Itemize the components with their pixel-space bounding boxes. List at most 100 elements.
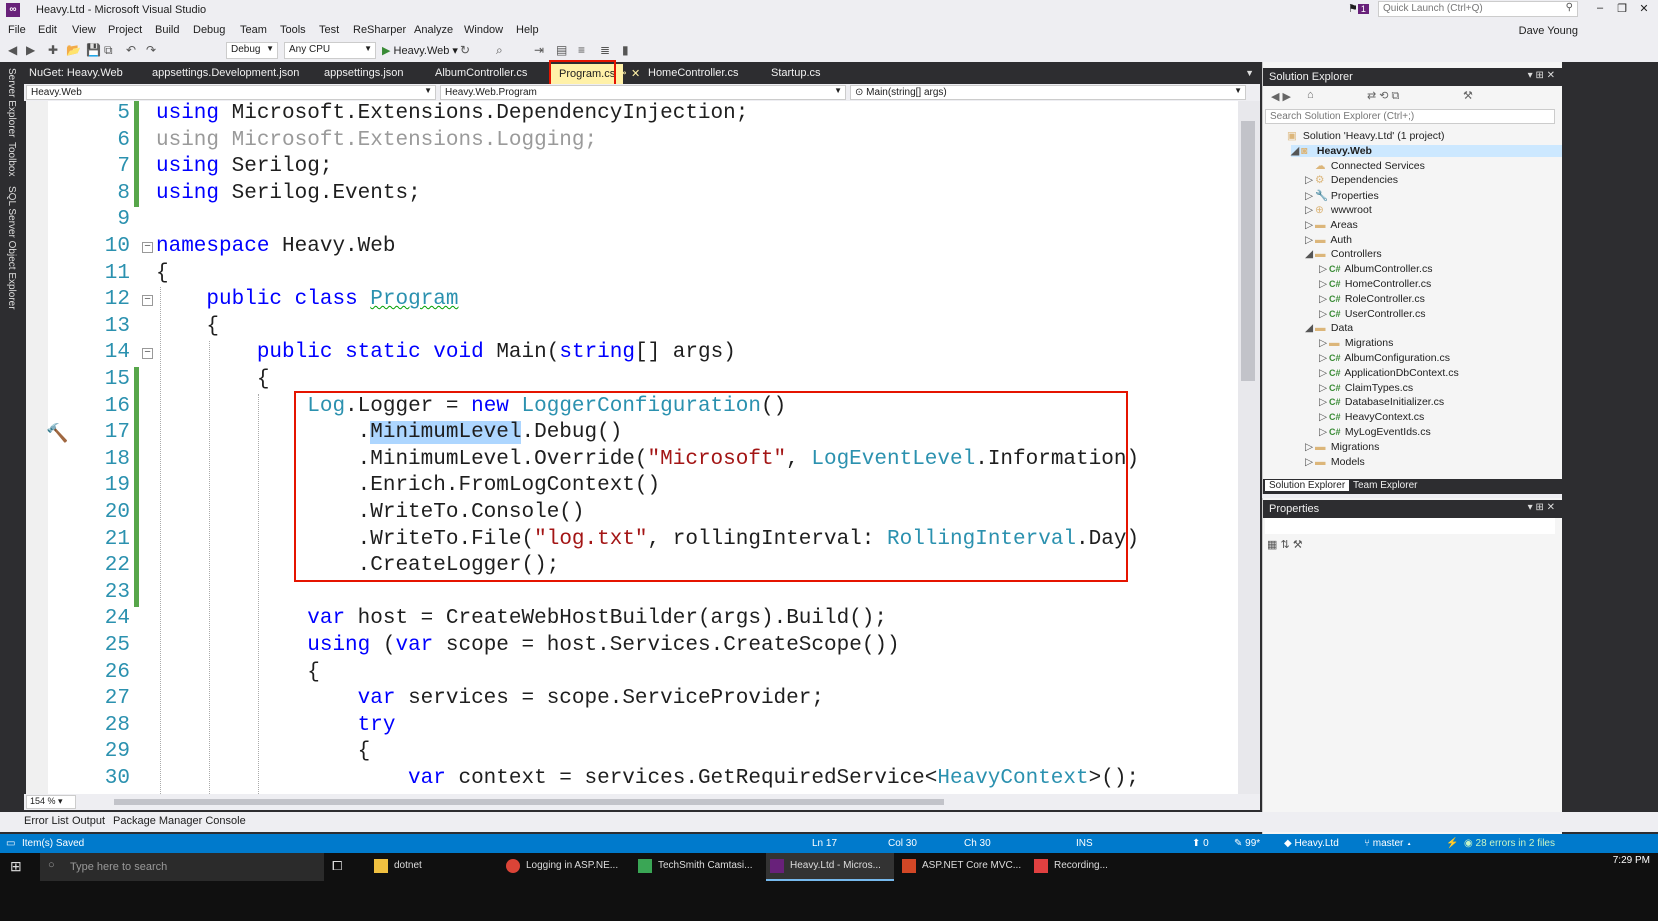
- code-text[interactable]: var services = scope.ServiceProvider;: [156, 686, 824, 713]
- code-text[interactable]: .WriteTo.File("log.txt", rollingInterval…: [156, 527, 1139, 554]
- platform-select[interactable]: Any CPU ▼: [284, 42, 376, 59]
- menu-window[interactable]: Window: [464, 24, 503, 36]
- taskbar-app-chrome[interactable]: Logging in ASP.NE...: [502, 853, 630, 881]
- layout-icon[interactable]: ▤: [556, 43, 567, 57]
- member-nav-select[interactable]: ⊙ Main(string[] args) ▼: [850, 85, 1246, 100]
- tree-item[interactable]: ▷ C# AlbumConfiguration.cs: [1319, 352, 1450, 364]
- code-text[interactable]: .MinimumLevel.Override("Microsoft", LogE…: [156, 447, 1139, 474]
- tab-team-explorer[interactable]: Team Explorer: [1349, 480, 1421, 491]
- code-line[interactable]: 16 Log.Logger = new LoggerConfiguration(…: [26, 394, 1238, 421]
- tree-item[interactable]: ◢ ▬ Data: [1305, 322, 1353, 334]
- code-text[interactable]: .MinimumLevel.Debug(): [156, 420, 622, 447]
- pending-changes-icon[interactable]: ✎ 99*: [1234, 838, 1260, 849]
- save-all-icon[interactable]: ⧉: [104, 43, 113, 58]
- tree-item[interactable]: ▷ C# ApplicationDbContext.cs: [1319, 367, 1459, 379]
- type-nav-select[interactable]: Heavy.Web.Program ▼: [440, 85, 846, 100]
- tree-item[interactable]: ▷ ▬ Areas: [1305, 219, 1358, 231]
- uncomment-icon[interactable]: ≣: [600, 43, 610, 57]
- taskbar-app-visual-studio[interactable]: Heavy.Ltd - Micros...: [766, 853, 894, 881]
- taskbar-search-input[interactable]: ○ Type here to search: [40, 853, 324, 881]
- menu-help[interactable]: Help: [516, 24, 539, 36]
- expander-icon[interactable]: ▷: [1319, 308, 1329, 320]
- tree-item[interactable]: ◢ ◙ Heavy.Web: [1291, 144, 1563, 157]
- code-text[interactable]: var context = services.GetRequiredServic…: [156, 766, 1139, 793]
- code-text[interactable]: namespace Heavy.Web: [156, 234, 395, 261]
- expander-icon[interactable]: ▷: [1319, 263, 1329, 275]
- quick-launch-input[interactable]: Quick Launch (Ctrl+Q) ⚲: [1378, 1, 1578, 17]
- expander-icon[interactable]: ▷: [1305, 219, 1315, 231]
- code-text[interactable]: .CreateLogger();: [156, 553, 560, 580]
- code-text[interactable]: {: [156, 261, 169, 288]
- expander-icon[interactable]: ▷: [1319, 411, 1329, 423]
- tab-output[interactable]: Output: [72, 815, 105, 827]
- tree-item[interactable]: ▷ 🔧 Properties: [1305, 189, 1379, 202]
- repository-icon[interactable]: ◆ Heavy.Ltd: [1284, 838, 1339, 849]
- code-line[interactable]: 28 try: [26, 713, 1238, 740]
- errors-status[interactable]: ◉ 28 errors in 2 files: [1464, 838, 1555, 849]
- code-line[interactable]: 27 var services = scope.ServiceProvider;: [26, 686, 1238, 713]
- tab-startup[interactable]: Startup.cs: [771, 67, 821, 79]
- close-icon[interactable]: ✕: [1634, 2, 1654, 15]
- code-line[interactable]: 10 namespace Heavy.Web: [26, 234, 1238, 261]
- taskbar-app-camtasia[interactable]: TechSmith Camtasi...: [634, 853, 762, 881]
- tab-homecontroller[interactable]: HomeController.cs: [648, 67, 738, 79]
- scrollbar-thumb[interactable]: [1241, 121, 1255, 381]
- tree-item[interactable]: ▷ ▬ Models: [1305, 456, 1365, 468]
- tab-albumcontroller[interactable]: AlbumController.cs: [435, 67, 527, 79]
- expander-icon[interactable]: ▷: [1319, 382, 1329, 394]
- tree-item[interactable]: ▷ C# MyLogEventIds.cs: [1319, 426, 1431, 438]
- expander-icon[interactable]: ▷: [1319, 337, 1329, 349]
- code-text[interactable]: using Microsoft.Extensions.DependencyInj…: [156, 101, 748, 128]
- run-button[interactable]: ▶ Heavy.Web ▾: [382, 44, 458, 57]
- code-text[interactable]: {: [156, 660, 320, 687]
- notification-flag-icon[interactable]: ⚑ 1: [1348, 2, 1369, 15]
- tree-item[interactable]: ▷ ⊕ wwwroot: [1305, 204, 1372, 216]
- code-line[interactable]: 12 public class Program: [26, 287, 1238, 314]
- code-text[interactable]: Log.Logger = new LoggerConfiguration(): [156, 394, 786, 421]
- minimize-icon[interactable]: –: [1590, 2, 1610, 14]
- find-icon[interactable]: ⌕: [496, 43, 503, 58]
- code-text[interactable]: public class Program: [156, 287, 458, 314]
- code-text[interactable]: public static void Main(string[] args): [156, 340, 736, 367]
- close-tab-icon[interactable]: ✕: [631, 67, 640, 80]
- tree-item[interactable]: ▷ C# RoleController.cs: [1319, 293, 1425, 305]
- code-line[interactable]: 13 {: [26, 314, 1238, 341]
- code-text[interactable]: .Enrich.FromLogContext(): [156, 473, 661, 500]
- tree-item[interactable]: ▷ C# AlbumController.cs: [1319, 263, 1432, 275]
- property-pages-icon[interactable]: ⚒: [1293, 539, 1303, 551]
- toolbox-tab[interactable]: Toolbox: [6, 142, 17, 176]
- properties-wrench-icon[interactable]: ⚒: [1463, 89, 1473, 102]
- expander-icon[interactable]: ▷: [1305, 190, 1315, 202]
- expander-icon[interactable]: ◢: [1305, 248, 1315, 260]
- tree-item[interactable]: ▷ C# DatabaseInitializer.cs: [1319, 396, 1444, 408]
- code-line[interactable]: 26 {: [26, 660, 1238, 687]
- code-line[interactable]: 29 {: [26, 739, 1238, 766]
- panel-controls-icon[interactable]: ▾ ⊞ ✕: [1528, 70, 1555, 81]
- code-line[interactable]: 20 .WriteTo.Console(): [26, 500, 1238, 527]
- menu-resharper[interactable]: ReSharper: [353, 24, 406, 36]
- windows-start-icon[interactable]: ⊞: [10, 858, 22, 875]
- panel-controls-icon[interactable]: ▾ ⊞ ✕: [1528, 502, 1555, 513]
- solution-search-input[interactable]: Search Solution Explorer (Ctrl+;): [1265, 109, 1555, 124]
- expander-icon[interactable]: ▷: [1319, 278, 1329, 290]
- home-icon[interactable]: ⌂: [1307, 89, 1314, 101]
- code-text[interactable]: {: [156, 314, 219, 341]
- expander-icon[interactable]: ▷: [1305, 234, 1315, 246]
- code-line[interactable]: 24 var host = CreateWebHostBuilder(args)…: [26, 606, 1238, 633]
- code-line[interactable]: 19 .Enrich.FromLogContext(): [26, 473, 1238, 500]
- tab-nuget-heavy-web[interactable]: NuGet: Heavy.Web: [29, 67, 123, 79]
- step-icon[interactable]: ⇥: [534, 43, 544, 57]
- properties-object-select[interactable]: [1265, 518, 1555, 534]
- back-icon[interactable]: ◀: [8, 43, 17, 57]
- bookmark-icon[interactable]: ▮: [622, 43, 629, 57]
- taskbar-app-powerpoint[interactable]: ASP.NET Core MVC...: [898, 853, 1026, 881]
- code-editor[interactable]: − − − 🔨 5 using Microsoft.Extensions.Depe…: [26, 101, 1238, 794]
- vertical-scrollbar[interactable]: [1238, 101, 1260, 794]
- sync-icon[interactable]: ⇄ ⟲ ⧉: [1367, 89, 1399, 103]
- menu-project[interactable]: Project: [108, 24, 142, 36]
- menu-view[interactable]: View: [72, 24, 96, 36]
- tab-solution-explorer[interactable]: Solution Explorer: [1265, 480, 1350, 491]
- pin-icon[interactable]: ⊸: [618, 68, 626, 79]
- tree-item[interactable]: ☁ Connected Services: [1305, 160, 1425, 172]
- tree-item[interactable]: ▷ C# HomeController.cs: [1319, 278, 1431, 290]
